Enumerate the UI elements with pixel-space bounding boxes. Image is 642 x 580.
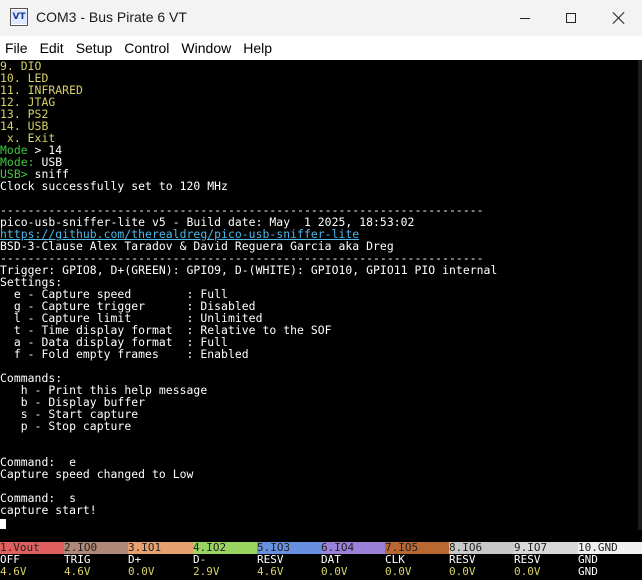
pin-status-bar: 1.Vout 2.IO0 3.IO1 4.IO2 5.IO3 6.IO4 7.IO5 8.IO… [0,530,642,580]
terminal-line: Capture speed changed to Low [0,467,194,481]
minimize-icon [520,17,530,19]
pin-voltage: 0.0V [514,565,541,578]
pin-voltage: 2.9V [193,565,220,578]
minimize-button[interactable] [502,0,548,36]
menu-bar: File Edit Setup Control Window Help [0,36,642,60]
title-bar: VT COM3 - Bus Pirate 6 VT [0,0,642,36]
terminal-line: capture start! [0,503,97,517]
menu-setup[interactable]: Setup [71,36,120,60]
window-title: COM3 - Bus Pirate 6 VT [36,9,187,25]
pin-voltage: 4.6V [0,565,27,578]
app-icon[interactable]: VT [10,8,28,26]
pin-voltage: 0.0V [128,565,155,578]
maximize-icon [566,13,576,23]
pin-voltage: 4.6V [257,565,284,578]
terminal-line: Clock successfully set to 120 MHz [0,179,228,193]
pin-voltage-row: 4.6V 4.6V 0.0V 2.9V 4.6V 0.0V 0.0V 0.0V 0.0V GND [0,566,642,578]
menu-file[interactable]: File [0,36,35,60]
text-cursor [0,519,6,529]
pin-voltage: 0.0V [385,565,412,578]
terminal-line: Trigger: GPIO8, D+(GREEN): GPIO9, D-(WHI… [0,263,498,277]
menu-window[interactable]: Window [176,36,238,60]
close-icon [613,12,625,24]
maximize-button[interactable] [548,0,594,36]
terminal-output[interactable]: 9. DIO 10. LED 11. INFRARED 12. JTAG 13. PS2… [0,60,642,530]
menu-edit[interactable]: Edit [35,36,71,60]
pin-voltage: GND [578,565,598,578]
terminal-scrollbar[interactable] [638,60,642,530]
menu-control[interactable]: Control [119,36,176,60]
pin-voltage: 0.0V [449,565,476,578]
terminal-line: p - Stop capture [0,419,132,433]
pin-voltage: 0.0V [321,565,348,578]
close-button[interactable] [596,0,642,36]
menu-help[interactable]: Help [238,36,279,60]
terminal-line: f - Fold empty frames : Enabled [0,347,249,361]
pin-voltage: 4.6V [64,565,91,578]
